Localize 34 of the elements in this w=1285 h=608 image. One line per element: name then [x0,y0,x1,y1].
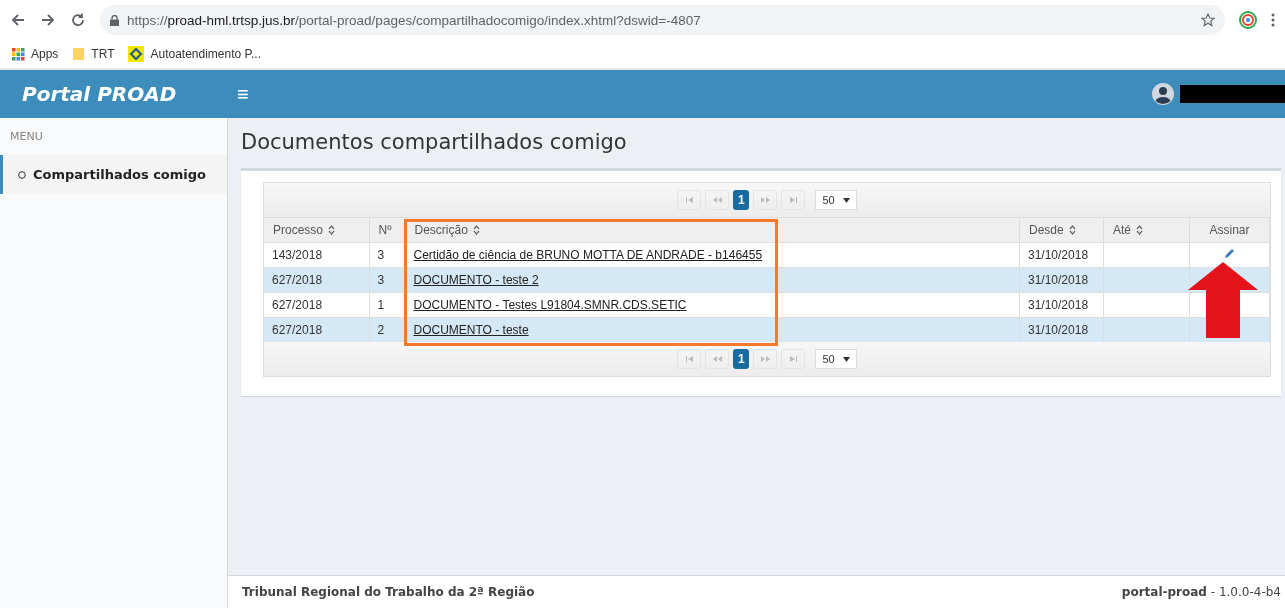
column-header: Nº [369,217,405,243]
table-cell: 3 [369,267,405,293]
bookmark-link[interactable]: Apps [12,47,59,61]
url-text: https://proad-hml.trtsp.jus.br/portal-proad/pages/compartilhadocomigo/index.xhtml?dswid=-4807 [127,12,702,28]
table-cell: 1 [369,292,405,318]
brand-title: Portal PROAD [21,82,178,106]
footer-text: Tribunal Regional do Trabalho da 2ª Região [242,585,535,599]
version-text: portal-proad - 1.0.0-4-b4 [1121,585,1281,599]
address-bar[interactable]: https://proad-hml.trtsp.jus.br/portal-proad/pages/compartilhadocomigo/index.xhtml?dswid=-4807 [100,5,1225,35]
document-link[interactable]: DOCUMENTO - Testes L91804.SMNR.CDS.SETIC [413,298,687,312]
bookmark-link[interactable]: TRT [72,47,115,61]
bookmark-link[interactable]: Autoatendimento P... [128,46,261,62]
page-title: Documentos compartilhados comigo [241,130,628,154]
sidebar-item[interactable]: Compartilhados comigo [0,155,227,194]
document-link[interactable]: DOCUMENTO - teste [413,323,529,337]
rows-per-page-select[interactable]: 50 [815,190,857,210]
rows-per-page-select[interactable]: 50 [815,349,857,369]
table-cell: 31/10/2018 [1019,242,1104,268]
column-header[interactable]: Até [1103,217,1190,243]
document-link[interactable]: Certidão de ciência de BRUNO MOTTA DE ANDRADE - b146455 [413,248,763,262]
column-header[interactable]: Desde [1019,217,1104,243]
menu-toggle-button[interactable]: ≡ [227,82,259,106]
table-cell: 31/10/2018 [1019,292,1104,318]
page-button[interactable]: 1 [733,349,750,369]
table-cell: 627/2018 [264,292,369,318]
table-cell: 627/2018 [264,267,369,293]
column-header: Assinar [1189,217,1270,243]
table-cell: 3 [369,242,405,268]
page-button[interactable]: 1 [733,190,750,210]
table-cell: 31/10/2018 [1019,267,1104,293]
column-header[interactable]: Processo [264,217,369,243]
table-cell: 143/2018 [264,242,369,268]
sidebar-heading: MENU [9,129,44,145]
document-link[interactable]: DOCUMENTO - teste 2 [413,273,539,287]
